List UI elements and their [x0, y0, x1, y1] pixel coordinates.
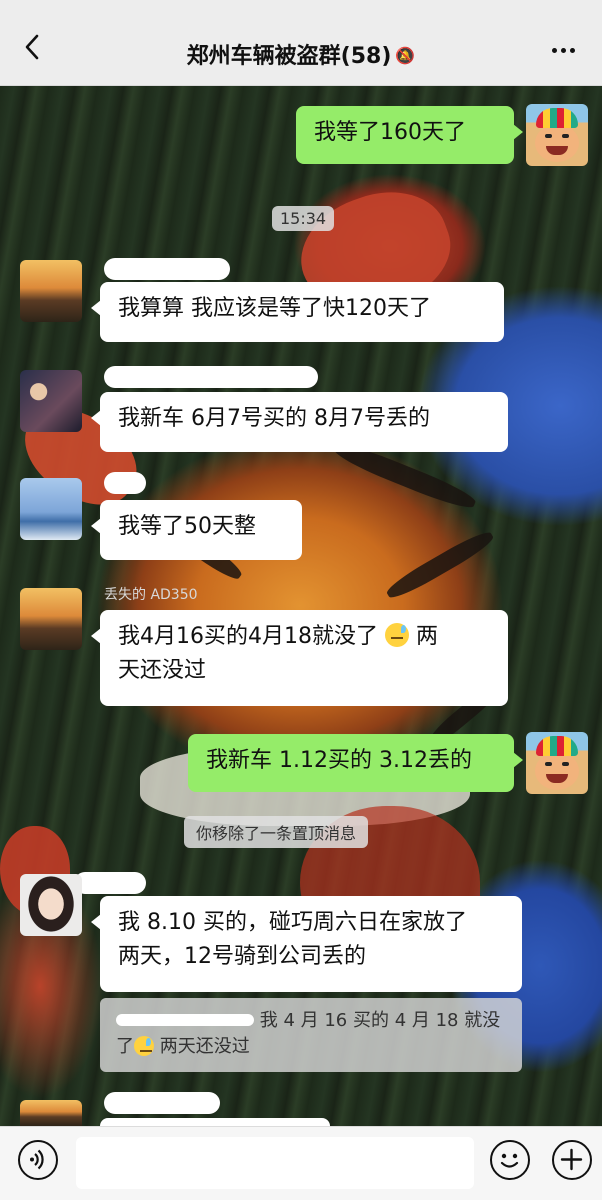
avatar[interactable] [20, 874, 82, 936]
plus-icon[interactable] [552, 1140, 592, 1180]
chat-title-text: 郑州车辆被盗群(58) [186, 44, 392, 69]
message-bubble-incoming[interactable]: 我等了50天整 [91, 500, 302, 560]
quote-text: 了 [116, 1036, 134, 1057]
timestamp: 15:34 [272, 206, 335, 231]
redacted-sender [74, 872, 146, 894]
sender-name: 丢失的 AD350 [104, 587, 198, 603]
avatar[interactable] [20, 588, 82, 650]
sweat-smile-emoji-icon [384, 623, 409, 647]
system-notice: 你移除了一条置顶消息 [184, 816, 369, 848]
voice-icon[interactable] [18, 1140, 58, 1180]
message-text: 我新车 1.12买的 3.12丢的 [206, 748, 472, 773]
sweat-smile-emoji-icon [134, 1036, 154, 1056]
message-bubble-incoming[interactable]: 我 8.10 买的，碰巧周六日在家放了 两天，12号骑到公司丢的 [91, 896, 522, 992]
message-bubble-outgoing[interactable]: 我等了160天了 [296, 106, 523, 164]
quoted-message[interactable]: 我 4 月 16 买的 4 月 18 就没 了 两天还没过 [100, 998, 522, 1072]
quote-text: 两天还没过 [159, 1036, 250, 1057]
redacted-sender [104, 366, 318, 388]
avatar[interactable] [20, 478, 82, 540]
message-bubble-incoming[interactable] [91, 1118, 330, 1152]
redacted-sender [104, 472, 146, 494]
avatar[interactable] [20, 1100, 82, 1126]
avatar[interactable] [20, 370, 82, 432]
message-text: 我 8.10 买的，碰巧周六日在家放了 [118, 910, 467, 935]
message-text: 天还没过 [118, 658, 207, 683]
message-bubble-outgoing[interactable]: 我新车 1.12买的 3.12丢的 [188, 734, 523, 792]
chat-header: 郑州车辆被盗群(58) 🔕 [0, 0, 602, 86]
message-text: 我算算 我应该是等了快120天了 [118, 296, 431, 321]
redacted-quote-sender [116, 1014, 254, 1026]
message-bubble-incoming[interactable]: 我算算 我应该是等了快120天了 [91, 282, 504, 342]
emoji-icon[interactable] [490, 1140, 530, 1180]
redacted-sender [104, 1092, 220, 1114]
my-avatar[interactable] [526, 104, 588, 166]
message-bubble-incoming[interactable]: 我新车 6月7号买的 8月7号丢的 [91, 392, 508, 452]
ellipsis-icon[interactable] [550, 38, 580, 58]
message-text: 两 [415, 624, 438, 649]
message-text: 我4月16买的4月18就没了 [118, 624, 378, 649]
my-avatar[interactable] [526, 732, 588, 794]
input-toolbar [0, 1126, 602, 1200]
message-bubble-incoming[interactable]: 我4月16买的4月18就没了 两 天还没过 [91, 610, 508, 706]
chat-title: 郑州车辆被盗群(58) 🔕 [0, 38, 602, 70]
message-text: 两天，12号骑到公司丢的 [118, 944, 366, 969]
message-input[interactable] [76, 1137, 474, 1189]
bell-off-icon: 🔕 [395, 46, 416, 65]
message-text: 我等了50天整 [118, 514, 256, 539]
quote-text: 我 4 月 16 买的 4 月 18 就没 [259, 1010, 501, 1031]
redacted-sender [104, 258, 230, 280]
message-text: 我等了160天了 [314, 120, 466, 145]
avatar[interactable] [20, 260, 82, 322]
message-text: 我新车 6月7号买的 8月7号丢的 [118, 406, 430, 431]
